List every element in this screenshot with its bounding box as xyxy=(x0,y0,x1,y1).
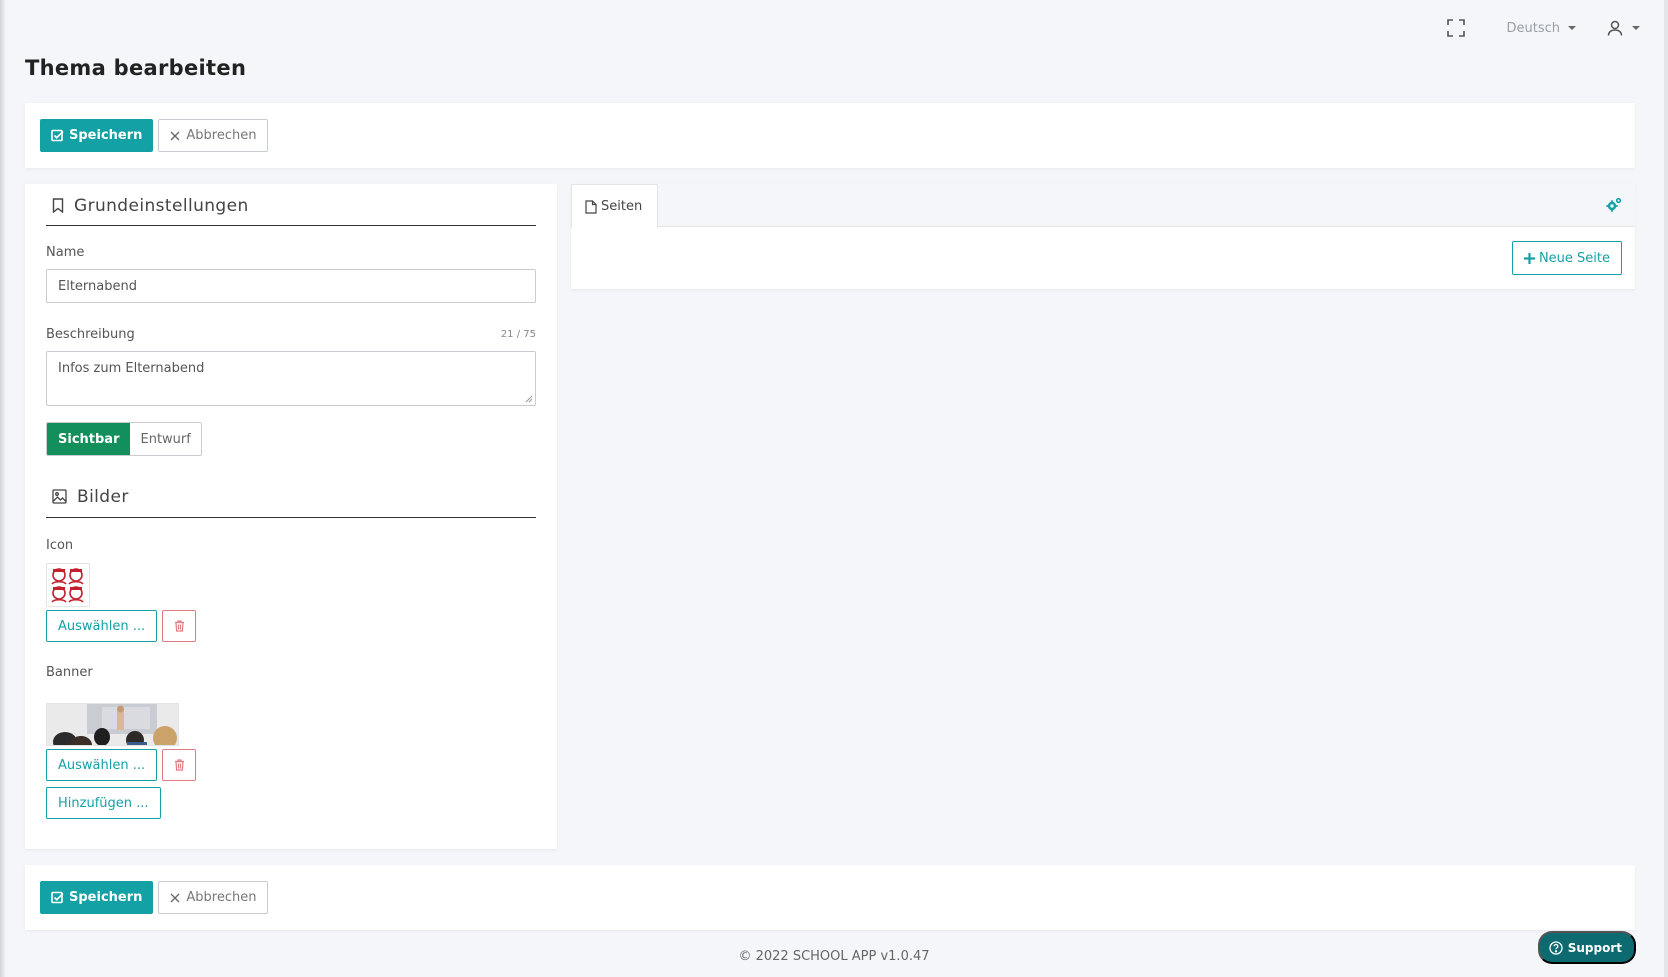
section-title-basic: Grundeinstellungen xyxy=(74,195,249,216)
close-icon xyxy=(170,131,180,140)
top-bar: Deutsch xyxy=(1446,14,1640,42)
name-value: Elternabend xyxy=(58,278,137,294)
description-label: Beschreibung xyxy=(46,327,135,342)
draft-option[interactable]: Entwurf xyxy=(130,423,201,455)
action-bar-bottom: Speichern Abbrechen xyxy=(25,865,1635,930)
visible-option[interactable]: Sichtbar xyxy=(47,423,131,455)
file-icon xyxy=(585,199,597,214)
window-edge xyxy=(0,0,6,977)
close-icon xyxy=(170,893,180,902)
support-label: Support xyxy=(1567,940,1622,955)
plus-icon xyxy=(1523,252,1535,264)
help-circle-icon xyxy=(1549,940,1563,955)
banner-actions: Auswählen ... xyxy=(46,749,536,781)
basic-settings-card: Grundeinstellungen Name Elternabend Besc… xyxy=(25,184,557,849)
image-icon xyxy=(52,489,67,504)
save-button[interactable]: Speichern xyxy=(40,119,154,152)
add-banner-button[interactable]: Hinzufügen ... xyxy=(46,787,161,819)
select-banner-button[interactable]: Auswählen ... xyxy=(46,749,158,781)
cancel-label: Abbrechen xyxy=(186,128,257,143)
tab-strip: Seiten xyxy=(571,184,1635,228)
check-square-icon xyxy=(51,129,64,142)
new-page-button[interactable]: Neue Seite xyxy=(1511,241,1622,275)
description-textarea[interactable]: Infos zum Elternabend xyxy=(46,351,536,406)
delete-icon-button[interactable] xyxy=(162,610,197,642)
action-bar-top: Speichern Abbrechen xyxy=(25,103,1635,168)
chevron-down-icon xyxy=(1632,26,1640,30)
section-header-images: Bilder xyxy=(46,476,536,518)
language-label: Deutsch xyxy=(1506,20,1560,36)
character-counter: 21 / 75 xyxy=(500,329,536,340)
section-title-images: Bilder xyxy=(77,486,129,507)
tab-pages[interactable]: Seiten xyxy=(571,184,658,228)
bookmark-icon xyxy=(52,198,64,213)
select-banner-label: Auswählen ... xyxy=(58,757,146,773)
description-label-row: Beschreibung 21 / 75 xyxy=(46,327,536,342)
fullscreen-icon[interactable] xyxy=(1446,18,1466,38)
select-icon-button[interactable]: Auswählen ... xyxy=(46,610,158,642)
user-icon xyxy=(1607,20,1623,36)
pages-toolbar: Neue Seite xyxy=(571,227,1635,275)
new-page-label: Neue Seite xyxy=(1538,250,1610,266)
delete-banner-button[interactable] xyxy=(162,749,197,781)
support-button[interactable]: Support xyxy=(1537,931,1636,964)
resize-grip-icon[interactable] xyxy=(525,395,533,403)
cancel-button-bottom[interactable]: Abbrechen xyxy=(158,881,269,914)
add-banner-row: Hinzufügen ... xyxy=(46,787,536,819)
pages-card: Seiten Neue Seite xyxy=(571,184,1635,289)
trash-icon xyxy=(174,759,184,771)
language-dropdown[interactable]: Deutsch xyxy=(1506,21,1576,36)
icon-preview-image xyxy=(46,563,90,607)
description-value: Infos zum Elternabend xyxy=(58,361,205,376)
visibility-toggle: Sichtbar Entwurf xyxy=(46,422,202,456)
check-square-icon xyxy=(51,891,64,904)
page-title: Thema bearbeiten xyxy=(25,56,247,80)
cancel-button[interactable]: Abbrechen xyxy=(158,119,269,152)
save-label: Speichern xyxy=(69,128,143,143)
gears-icon[interactable] xyxy=(1605,196,1623,214)
add-banner-label: Hinzufügen ... xyxy=(58,795,149,811)
footer-copyright: © 2022 SCHOOL APP v1.0.47 xyxy=(738,949,930,964)
banner-preview-image xyxy=(46,703,179,746)
section-header-basic: Grundeinstellungen xyxy=(46,184,536,226)
cancel-label: Abbrechen xyxy=(186,890,257,905)
name-label: Name xyxy=(46,245,85,260)
banner-label: Banner xyxy=(46,665,93,680)
name-input[interactable]: Elternabend xyxy=(46,269,536,303)
chevron-down-icon xyxy=(1568,26,1576,30)
save-button-bottom[interactable]: Speichern xyxy=(40,881,154,914)
tab-pages-label: Seiten xyxy=(601,199,643,214)
trash-icon xyxy=(174,620,184,632)
save-label: Speichern xyxy=(69,890,143,905)
icon-actions: Auswählen ... xyxy=(46,610,536,642)
icon-label: Icon xyxy=(46,538,74,553)
select-icon-label: Auswählen ... xyxy=(58,618,146,634)
scrollbar-track[interactable] xyxy=(1664,0,1668,977)
user-menu[interactable] xyxy=(1606,19,1640,37)
